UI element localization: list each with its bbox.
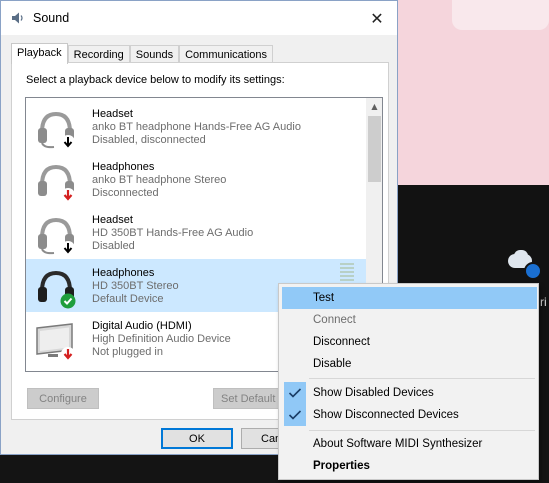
menu-item-disable[interactable]: Disable xyxy=(282,353,537,375)
checkmark-icon xyxy=(288,388,302,398)
device-status: Disabled xyxy=(92,240,135,252)
device-context-menu: Test Connect Disconnect Disable Show Dis… xyxy=(278,283,539,480)
headset-icon xyxy=(38,111,75,149)
headset-icon xyxy=(38,217,75,255)
menu-item-show-disconnected-devices[interactable]: Show Disconnected Devices xyxy=(282,404,537,426)
status-dot-icon xyxy=(524,262,542,280)
monitor-icon xyxy=(36,323,75,361)
desktop-decoration xyxy=(452,0,549,30)
ok-button[interactable]: OK xyxy=(161,428,233,449)
device-name: Headset xyxy=(92,108,133,120)
menu-item-label: Show Disconnected Devices xyxy=(313,409,459,421)
device-status: Disabled, disconnected xyxy=(92,134,206,146)
menu-item-properties[interactable]: Properties xyxy=(282,455,537,477)
tab-strip: Playback Recording Sounds Communications xyxy=(11,43,274,64)
close-button[interactable]: ✕ xyxy=(357,1,397,35)
instruction-text: Select a playback device below to modify… xyxy=(26,74,285,86)
device-item[interactable]: Headset HD 350BT Hands-Free AG Audio Dis… xyxy=(26,206,366,259)
device-item[interactable]: Headphones anko BT headphone Stereo Disc… xyxy=(26,153,366,206)
menu-item-about-midi-synth[interactable]: About Software MIDI Synthesizer xyxy=(282,433,537,455)
device-name: Headset xyxy=(92,214,133,226)
menu-item-connect[interactable]: Connect xyxy=(282,309,537,331)
device-name: Headphones xyxy=(92,161,155,173)
menu-item-disconnect[interactable]: Disconnect xyxy=(282,331,537,353)
device-status: Default Device xyxy=(92,293,164,305)
device-name: Digital Audio (HDMI) xyxy=(92,320,192,332)
device-status: Not plugged in xyxy=(92,346,163,358)
device-status: Disconnected xyxy=(92,187,159,199)
device-description: anko BT headphone Stereo xyxy=(92,174,227,186)
headphones-icon xyxy=(38,270,76,309)
device-description: anko BT headphone Hands-Free AG Audio xyxy=(92,121,301,133)
headphones-icon xyxy=(38,164,75,202)
speaker-icon xyxy=(12,12,23,24)
device-description: HD 350BT Stereo xyxy=(92,280,179,292)
tab-playback[interactable]: Playback xyxy=(11,43,68,64)
menu-item-test[interactable]: Test xyxy=(282,287,537,309)
menu-separator xyxy=(309,430,535,431)
scroll-thumb[interactable] xyxy=(368,116,381,182)
device-item[interactable]: Headset anko BT headphone Hands-Free AG … xyxy=(26,100,366,153)
window-title: Sound xyxy=(33,11,70,25)
title-bar: Sound ✕ xyxy=(1,1,397,35)
menu-item-label: Show Disabled Devices xyxy=(313,387,434,399)
menu-item-show-disabled-devices[interactable]: Show Disabled Devices xyxy=(282,382,537,404)
checkmark-icon xyxy=(288,410,302,420)
clipped-background-text: ri xyxy=(540,295,547,309)
device-description: High Definition Audio Device xyxy=(92,333,231,345)
device-name: Headphones xyxy=(92,267,155,279)
scroll-up-arrow-icon[interactable]: ▲ xyxy=(366,98,382,115)
menu-separator xyxy=(309,378,535,379)
device-description: HD 350BT Hands-Free AG Audio xyxy=(92,227,254,239)
configure-button[interactable]: Configure xyxy=(27,388,99,409)
